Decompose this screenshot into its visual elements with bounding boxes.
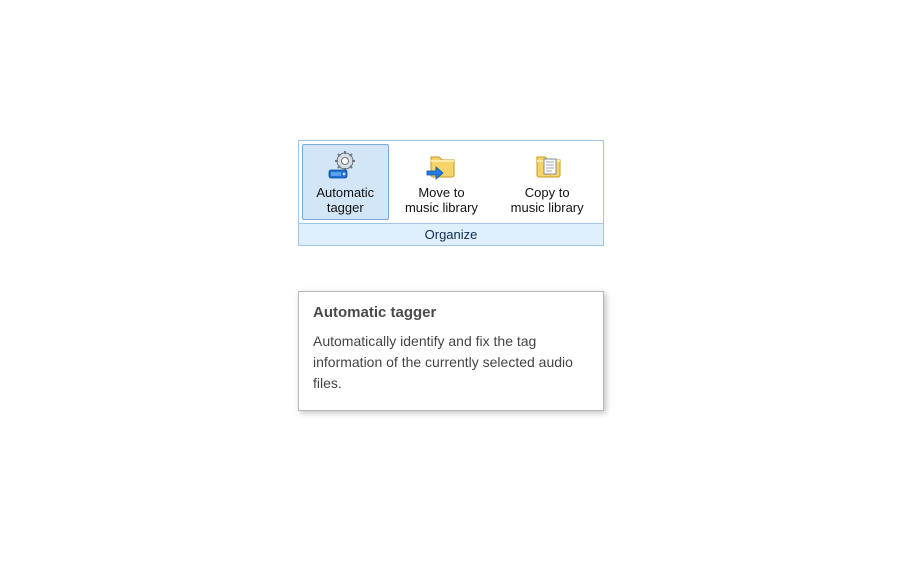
ribbon-group-label: Organize <box>299 223 603 245</box>
automatic-tagger-label: Automatic tagger <box>316 185 374 215</box>
automatic-tagger-button[interactable]: Automatic tagger <box>302 144 389 220</box>
tooltip-body: Automatically identify and fix the tag i… <box>313 331 589 394</box>
tooltip: Automatic tagger Automatically identify … <box>298 291 604 411</box>
copy-to-library-label: Copy to music library <box>511 185 584 215</box>
copy-to-library-button[interactable]: Copy to music library <box>494 144 600 220</box>
move-to-library-icon <box>423 149 459 183</box>
move-to-library-button[interactable]: Move to music library <box>389 144 495 220</box>
copy-to-library-icon <box>529 149 565 183</box>
ribbon-button-row: Automatic tagger Move to music librar <box>299 141 603 223</box>
move-to-library-label: Move to music library <box>405 185 478 215</box>
ribbon-group-organize: Automatic tagger Move to music librar <box>298 140 604 246</box>
automatic-tagger-icon <box>327 149 363 183</box>
tooltip-title: Automatic tagger <box>313 304 589 321</box>
